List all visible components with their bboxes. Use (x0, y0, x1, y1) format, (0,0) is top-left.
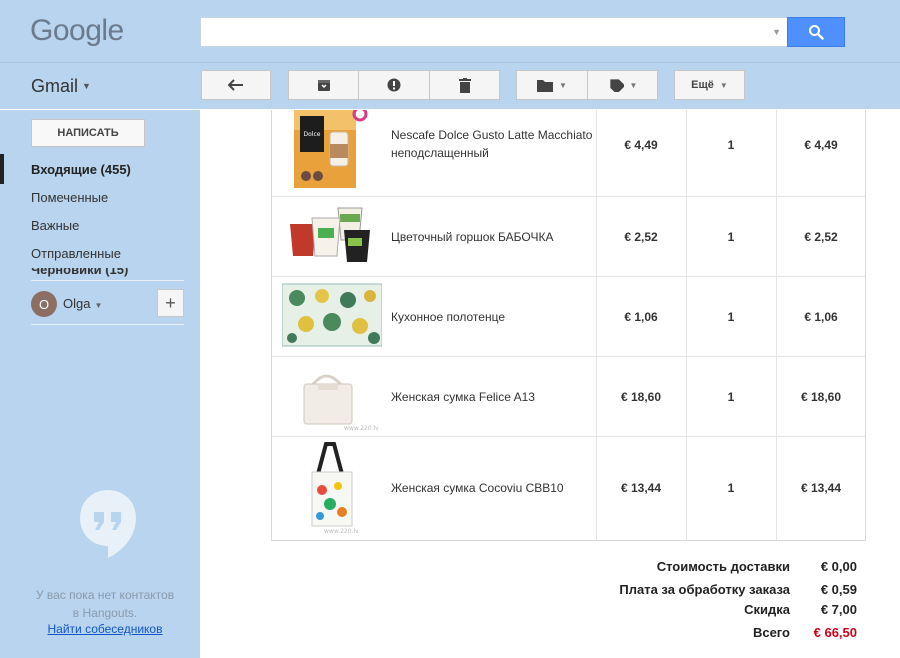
chevron-down-icon: ▼ (94, 301, 103, 310)
row-divider (272, 276, 865, 277)
coffee-box-image[interactable]: Dolce (282, 110, 382, 192)
chevron-down-icon: ▼ (719, 80, 728, 90)
archive-button[interactable] (288, 70, 359, 100)
svg-text:www.220.lv: www.220.lv (324, 528, 359, 534)
move-to-button[interactable]: ▼ (516, 70, 588, 100)
more-button[interactable]: Ещё ▼ (674, 70, 745, 100)
discount-label: Скидка (744, 602, 790, 617)
product-total: € 2,52 (804, 230, 838, 244)
product-price: € 4,49 (624, 138, 658, 152)
search-icon (809, 25, 824, 40)
chevron-down-icon: ▼ (629, 80, 638, 90)
report-spam-button[interactable] (358, 70, 430, 100)
product-name[interactable]: Женская сумка Cocoviu CBB10 (391, 479, 596, 497)
svg-text:Dolce: Dolce (304, 131, 321, 138)
product-total: € 4,49 (804, 138, 838, 152)
chevron-down-icon: ▼ (559, 80, 567, 90)
toolbar: Gmail ▼ ▼ ▼ Ещё ▼ (0, 62, 900, 109)
user-menu[interactable]: Olga ▼ (63, 296, 102, 311)
delete-button[interactable] (429, 70, 500, 100)
product-name[interactable]: Кухонное полотенце (391, 308, 596, 326)
hangouts-icon (80, 490, 136, 558)
chevron-down-icon: ▼ (82, 81, 91, 91)
message-body: Dolce Nescafe Dolce Gusto Latte Macchiat… (200, 110, 900, 658)
product-price: € 1,06 (624, 310, 658, 324)
trash-icon (458, 77, 471, 93)
product-qty: 1 (727, 310, 735, 324)
google-logo[interactable]: Google (30, 14, 124, 48)
processing-fee-value: € 0,59 (820, 582, 857, 597)
sidebar-item-inbox[interactable]: Входящие (455) (31, 162, 131, 177)
top-header: Google ▼ (0, 0, 900, 62)
compose-button[interactable]: НАПИСАТЬ (31, 119, 145, 147)
product-qty: 1 (727, 390, 735, 404)
product-name[interactable]: Женская сумка Felice A13 (391, 388, 596, 406)
sidebar-item-sent[interactable]: Отправленные (31, 246, 121, 261)
product-total: € 1,06 (804, 310, 838, 324)
hangouts-empty-text: У вас пока нет контактов в Hangouts. (20, 586, 190, 622)
total-value: € 66,50 (813, 625, 857, 640)
sidebar-item-label: Черновики (15) (31, 268, 129, 277)
kitchen-towel-image[interactable] (282, 282, 382, 348)
product-qty: 1 (727, 230, 735, 244)
product-name[interactable]: Nescafe Dolce Gusto Latte Macchiato непо… (391, 126, 596, 162)
divider (31, 324, 184, 325)
folder-icon (537, 79, 554, 92)
product-name[interactable]: Цветочный горшок БАБОЧКА (391, 228, 596, 246)
row-divider (272, 196, 865, 197)
user-name: Olga (63, 296, 91, 311)
sidebar-item-drafts[interactable]: Черновики (15) (31, 268, 186, 278)
total-label: Всего (752, 625, 790, 640)
gmail-label: Gmail (31, 76, 79, 96)
white-handbag-image[interactable]: www.220.lv (282, 362, 382, 432)
product-total: € 18,60 (800, 390, 842, 404)
label-tag-icon (609, 79, 624, 92)
processing-fee-label: Плата за обработку заказа (619, 582, 790, 597)
product-qty: 1 (727, 481, 735, 495)
floral-bag-image[interactable]: www.220.lv (282, 438, 382, 534)
product-total: € 13,44 (800, 481, 842, 495)
spam-icon (387, 78, 401, 92)
row-divider (272, 356, 865, 357)
find-contacts-link[interactable]: Найти собеседников (20, 622, 190, 636)
row-divider (272, 436, 865, 437)
new-conversation-button[interactable]: + (157, 289, 184, 317)
labels-button[interactable]: ▼ (587, 70, 658, 100)
svg-text:www.220.lv: www.220.lv (344, 425, 379, 432)
back-button[interactable] (201, 70, 271, 100)
discount-value: € 7,00 (820, 602, 857, 617)
order-table: Dolce Nescafe Dolce Gusto Latte Macchiat… (271, 110, 866, 541)
hangouts-empty-line-1: У вас пока нет контактов (35, 588, 175, 602)
sidebar: НАПИСАТЬ Входящие (455) Помеченные Важны… (0, 110, 200, 658)
column-divider (596, 110, 597, 540)
divider (31, 280, 184, 281)
shipping-label: Стоимость доставки (656, 559, 790, 574)
shipping-value: € 0,00 (820, 559, 857, 574)
search-button[interactable] (787, 17, 845, 47)
sidebar-item-important[interactable]: Важные (31, 218, 79, 233)
plus-icon: + (165, 292, 176, 313)
archive-icon (317, 80, 330, 91)
flower-pots-image[interactable] (282, 200, 382, 272)
active-nav-marker (0, 154, 4, 184)
avatar[interactable]: O (31, 291, 57, 317)
product-price: € 18,60 (620, 390, 662, 404)
product-qty: 1 (727, 138, 735, 152)
more-label: Ещё (691, 79, 714, 91)
product-price: € 13,44 (620, 481, 662, 495)
back-arrow-icon (228, 79, 243, 91)
sidebar-item-starred[interactable]: Помеченные (31, 190, 108, 205)
search-options-caret-icon[interactable]: ▼ (772, 27, 781, 37)
column-divider (686, 110, 687, 540)
search-input[interactable]: ▼ (200, 17, 787, 47)
column-divider (776, 110, 777, 540)
product-price: € 2,52 (624, 230, 658, 244)
gmail-menu[interactable]: Gmail ▼ (31, 76, 91, 97)
hangouts-empty-line-2: в Hangouts. (72, 606, 138, 620)
